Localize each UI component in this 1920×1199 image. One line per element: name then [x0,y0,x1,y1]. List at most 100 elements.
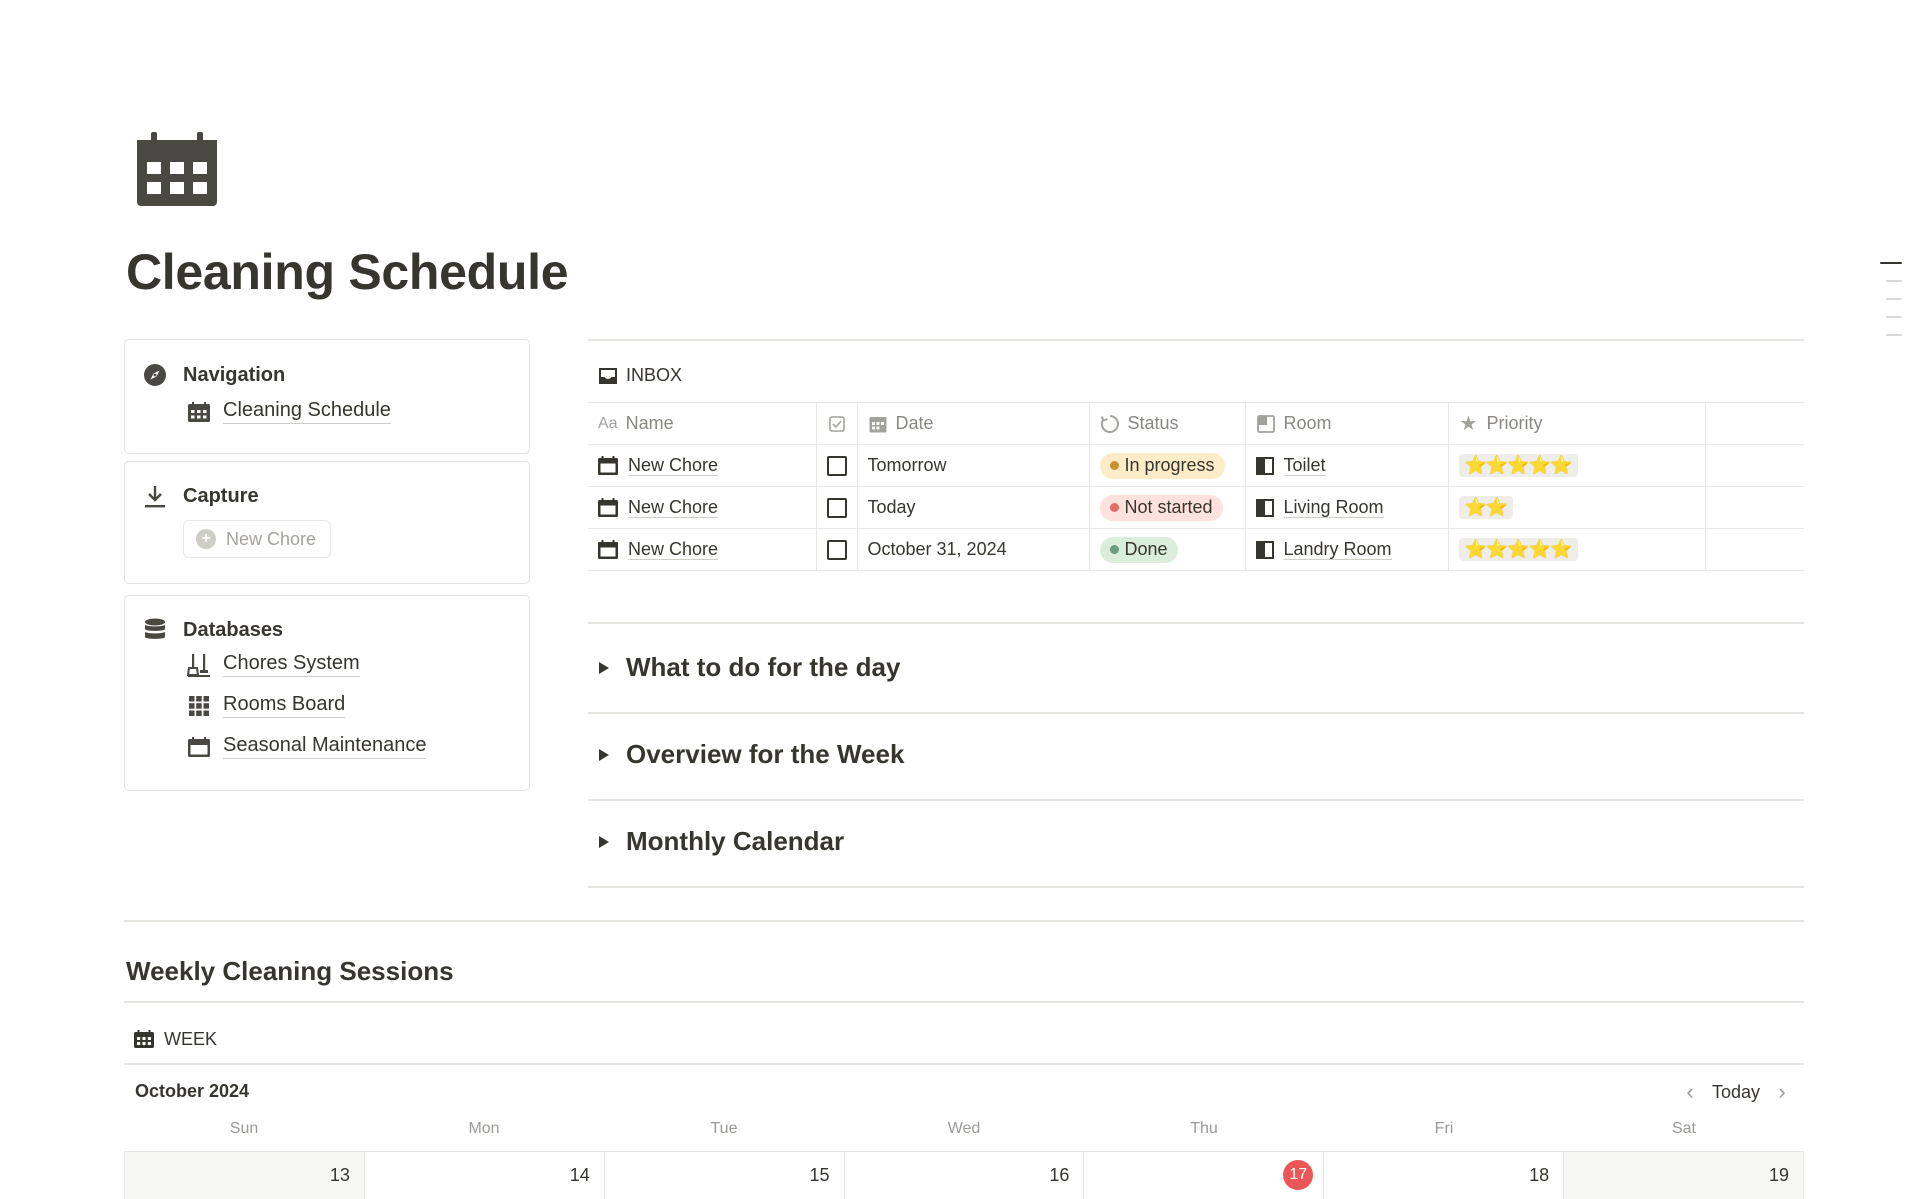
divider [588,886,1804,888]
db-link-chores-system[interactable]: Chores System [187,652,360,677]
day-number: 13 [329,1165,350,1185]
toggle-week-overview[interactable]: Overview for the Week [588,715,1804,801]
column-header-status[interactable]: Status [1089,402,1246,445]
room-cell[interactable]: Landry Room [1245,528,1449,571]
empty-cell [1705,528,1804,571]
done-checkbox[interactable] [826,540,847,561]
done-checkbox[interactable] [826,498,847,519]
room-link[interactable]: Living Room [1283,497,1384,518]
toggle-title: Overview for the Week [626,739,905,769]
status-badge: In progress [1099,452,1225,479]
day-cell[interactable]: 15 [604,1152,845,1199]
priority-cell[interactable]: ⭐⭐ [1448,486,1706,529]
chore-date: Today [867,497,916,517]
outline-item[interactable] [1886,334,1902,336]
databases-heading: Databases [183,618,284,641]
databases-card: Databases Chores System Rooms Board Seas… [124,595,530,791]
day-cell[interactable]: 17 [1084,1152,1325,1199]
calendar-icon [598,455,618,476]
outline-item[interactable] [1886,280,1902,282]
chore-date: Tomorrow [867,455,947,475]
date-cell[interactable]: Today [857,486,1090,529]
outline-item[interactable] [1886,316,1902,318]
column-header-name[interactable]: Aa Name [588,402,817,445]
toggle-arrow-icon[interactable] [599,662,609,674]
today-button[interactable]: Today [1712,1082,1760,1103]
done-checkbox[interactable] [826,456,847,477]
nav-link-cleaning-schedule[interactable]: Cleaning Schedule [187,399,391,424]
done-cell[interactable] [816,444,858,487]
column-header-checkbox[interactable] [816,402,858,445]
chore-name[interactable]: New Chore [628,455,719,476]
outline-item[interactable] [1880,262,1902,264]
outline-item[interactable] [1886,298,1902,300]
day-cell[interactable]: 18 [1324,1152,1565,1199]
done-cell[interactable] [816,486,858,529]
outline-rail[interactable] [1880,262,1902,352]
status-cell[interactable]: In progress [1089,444,1246,487]
db-link-seasonal-maintenance[interactable]: Seasonal Maintenance [187,734,427,759]
day-cell[interactable]: 19 [1564,1152,1805,1199]
previous-week-button[interactable]: ‹ [1676,1079,1704,1105]
name-cell[interactable]: New Chore [588,528,817,571]
status-dot [1109,461,1119,470]
inbox-view-tab[interactable]: INBOX [598,365,682,386]
broom-icon [187,653,211,677]
table-row[interactable]: New Chore Tomorrow In progress Toilet ⭐⭐⭐⭐⭐ [588,444,1804,487]
chore-name[interactable]: New Chore [628,497,719,518]
divider [124,1063,1804,1065]
status-cell[interactable]: Done [1089,528,1246,571]
toggle-title: Monthly Calendar [626,826,845,856]
table-row[interactable]: New Chore Today Not started Living Room ⭐⭐ [588,486,1804,529]
column-label: Room [1283,413,1332,433]
priority-stars: ⭐⭐⭐⭐⭐ [1458,538,1578,561]
done-cell[interactable] [816,528,858,571]
db-link-label[interactable]: Rooms Board [223,693,346,718]
next-week-button[interactable]: › [1768,1079,1796,1105]
toggle-arrow-icon[interactable] [599,749,609,761]
day-cell[interactable]: 14 [364,1152,605,1199]
column-header-date[interactable]: Date [857,402,1090,445]
priority-cell[interactable]: ⭐⭐⭐⭐⭐ [1448,528,1706,571]
date-cell[interactable]: Tomorrow [857,444,1090,487]
table-header-row: Aa Name Date Status Room ★ Priority [588,402,1804,445]
database-icon [143,618,167,642]
db-link-label[interactable]: Seasonal Maintenance [223,734,427,759]
table-row[interactable]: New Chore October 31, 2024 Done Landry Room… [588,528,1804,571]
db-link-rooms-board[interactable]: Rooms Board [187,693,346,718]
page-title: Cleaning Schedule [126,244,569,300]
new-chore-label: New Chore [226,528,317,549]
week-view-tab[interactable]: WEEK [134,1029,217,1050]
day-cell[interactable]: 16 [844,1152,1085,1199]
column-header-spacer [1705,402,1804,445]
priority-cell[interactable]: ⭐⭐⭐⭐⭐ [1448,444,1706,487]
week-view-label: WEEK [164,1029,218,1049]
inbox-icon [598,366,618,386]
status-cell[interactable]: Not started [1089,486,1246,529]
column-label: Name [625,413,674,433]
chore-name[interactable]: New Chore [628,539,719,560]
nav-link-label[interactable]: Cleaning Schedule [223,399,391,424]
calendar-icon [187,735,211,759]
divider [124,1001,1804,1003]
new-chore-button[interactable]: + New Chore [183,520,332,558]
calendar-icon [868,414,888,434]
toggle-monthly-calendar[interactable]: Monthly Calendar [588,802,1804,888]
date-cell[interactable]: October 31, 2024 [857,528,1090,571]
column-header-room[interactable]: Room [1245,402,1449,445]
column-header-priority[interactable]: ★ Priority [1448,402,1706,445]
toggle-arrow-icon[interactable] [599,836,609,848]
weekday-label: Mon [468,1120,500,1137]
name-cell[interactable]: New Chore [588,444,817,487]
db-link-label[interactable]: Chores System [223,652,360,677]
room-link[interactable]: Landry Room [1283,539,1392,560]
room-cell[interactable]: Living Room [1245,486,1449,529]
name-cell[interactable]: New Chore [588,486,817,529]
day-cell[interactable]: 13 [125,1152,365,1199]
day-number: 16 [1049,1165,1070,1185]
weekday-label: Sun [229,1120,259,1137]
status-badge: Not started [1099,494,1223,521]
room-cell[interactable]: Toilet [1245,444,1449,487]
toggle-what-to-do[interactable]: What to do for the day [588,628,1804,714]
room-link[interactable]: Toilet [1283,455,1326,476]
